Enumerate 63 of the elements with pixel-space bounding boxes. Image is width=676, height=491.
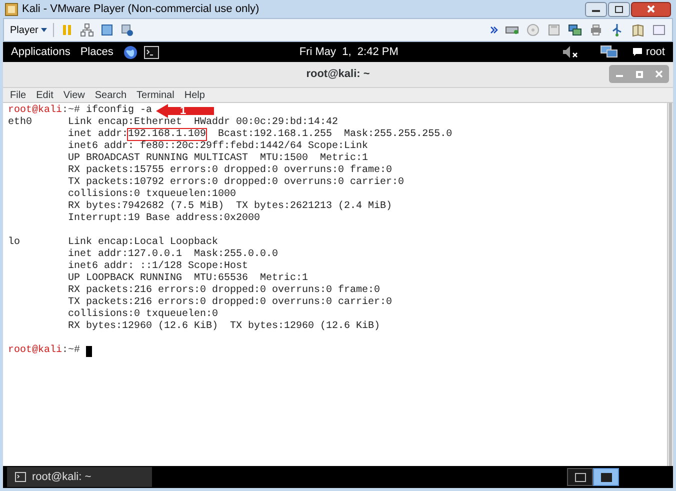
workspace-button[interactable] (567, 468, 593, 486)
workspace-icon (600, 472, 612, 482)
user-menu[interactable]: root (646, 44, 665, 60)
workspace-icon (574, 472, 586, 482)
close-icon (655, 70, 663, 78)
prompt-path: :~# (62, 345, 80, 357)
menu-item[interactable]: File (10, 88, 26, 102)
output-line: UP LOOPBACK RUNNING MTU:65536 Metric:1 (68, 273, 308, 284)
panel-menu[interactable]: Places (80, 44, 114, 60)
chevron-icon[interactable] (490, 26, 498, 34)
output-line: Interrupt:19 Base address:0x2000 (68, 213, 260, 225)
output-line: UP BROADCAST RUNNING MULTICAST MTU:1500 Metric:1 (68, 153, 368, 164)
window-title: Kali - VMware Player (Non-commercial use only) (22, 2, 260, 17)
output-line: collisions:0 txqueuelen:1000 (68, 189, 236, 200)
menu-item[interactable]: Help (184, 88, 205, 102)
output-line: RX bytes:12960 (12.6 KiB) TX bytes:12960 (12.6 KiB) (68, 321, 380, 333)
player-menu[interactable]: Player (10, 22, 48, 38)
prompt-path: :~# (62, 105, 80, 116)
network-icon[interactable] (600, 45, 618, 59)
scrollbar[interactable] (667, 103, 673, 466)
output-line: inet6 addr: ::1/128 Scope:Host (68, 261, 248, 273)
output-line: TX packets:10792 errors:0 dropped:0 overruns:0 carrier:0 (68, 177, 404, 188)
output-line: inet addr:192.168.1.109 Bcast:192.168.1.255 Mask:255.255.255.0 (68, 129, 452, 140)
fullscreen-icon[interactable] (100, 23, 114, 37)
printer-icon[interactable] (589, 23, 603, 37)
output-line: RX packets:216 errors:0 dropped:0 overruns:0 frame:0 (68, 285, 380, 296)
output-line: inet6 addr: fe80::20c:29ff:febd:1442/64 Scope:Link (68, 141, 368, 152)
minimize-button[interactable] (585, 2, 607, 16)
taskbar-window[interactable]: root@kali: ~ (7, 467, 152, 487)
menu-item[interactable]: Edit (36, 88, 54, 102)
menu-item[interactable]: View (63, 88, 85, 102)
output-line: inet addr:127.0.0.1 Mask:255.0.0.0 (68, 249, 278, 260)
output-line: TX packets:216 errors:0 dropped:0 overruns:0 carrier:0 (68, 297, 392, 308)
output-line: collisions:0 txqueuelen:0 (68, 309, 218, 320)
command-text: ifconfig -a (86, 105, 152, 116)
workspace-button[interactable] (593, 468, 619, 486)
close-icon (647, 5, 655, 13)
prompt-host: root@kali (8, 345, 62, 357)
terminal-icon[interactable] (144, 46, 160, 58)
floppy-icon[interactable] (547, 23, 561, 37)
book-icon[interactable] (631, 23, 645, 37)
usb-icon[interactable] (610, 23, 624, 37)
chat-icon (632, 47, 644, 57)
close-button[interactable] (631, 2, 671, 16)
prompt-host: root@kali (8, 105, 62, 116)
output-line: RX bytes:7942682 (7.5 MiB) TX bytes:2621213 (2.4 MiB) (68, 201, 392, 212)
clock[interactable]: Fri May 1, 2:42 PM (299, 44, 398, 60)
app-icon (5, 2, 18, 16)
globe-icon[interactable] (123, 44, 138, 60)
network-adapter-icon[interactable] (568, 23, 582, 37)
output-line: Link encap:Ethernet HWaddr 00:0c:29:bd:14:42 (68, 117, 338, 128)
interface-name: eth0 (8, 117, 32, 128)
speaker-muted-icon[interactable] (562, 45, 578, 59)
menu-item[interactable]: Terminal (136, 88, 174, 102)
terminal-title: root@kali: ~ (306, 67, 370, 82)
output-line: Link encap:Local Loopback (68, 237, 218, 248)
panel-menu[interactable]: Applications (11, 44, 70, 60)
terminal-icon (15, 472, 26, 482)
interface-name: lo (8, 237, 20, 248)
maximize-button[interactable] (608, 2, 630, 16)
caret-icon (41, 28, 48, 32)
menu-item[interactable]: Search (94, 88, 127, 102)
output-line: RX packets:15755 errors:0 dropped:0 overruns:0 frame:0 (68, 165, 392, 176)
